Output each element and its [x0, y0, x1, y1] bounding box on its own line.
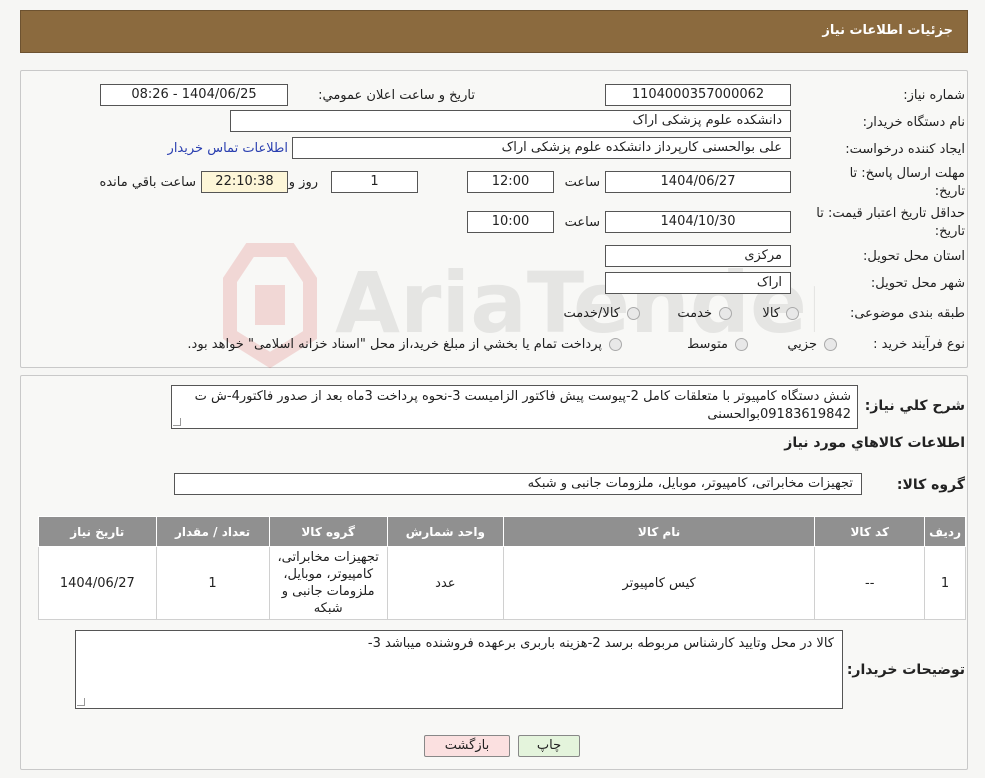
- cell-code: --: [814, 546, 926, 620]
- col-header-date: تاريخ نياز: [38, 516, 157, 547]
- deadline-label: مهلت ارسال پاسخ: تا تاريخ:: [850, 165, 965, 201]
- goods-group-field: تجهیزات مخابراتی، کامپیوتر، موبایل، ملزو…: [174, 473, 862, 495]
- items-section-title: اطلاعات کالاهاي مورد نياز: [784, 435, 965, 451]
- page-header: جزئیات اطلاعات نیاز: [20, 10, 968, 53]
- category-option-goods-service: کالا/خدمت: [563, 306, 620, 321]
- creator-label: ايجاد کننده درخواست:: [845, 142, 965, 157]
- col-header-name: نام کالا: [502, 516, 816, 547]
- cell-date: 1404/06/27: [38, 546, 157, 620]
- cell-unit: عدد: [386, 546, 504, 620]
- cell-index: 1: [924, 546, 966, 620]
- col-header-index: رديف: [924, 516, 966, 547]
- days-remaining-field: 1: [331, 171, 418, 193]
- table-row: 1 -- کیس کامپیوتر عدد تجهیزات مخابراتی، …: [38, 546, 966, 620]
- process-type-label: نوع فرآيند خريد :: [873, 337, 965, 352]
- items-table-header-row: رديف کد کالا نام کالا واحد شمارش گروه کا…: [38, 516, 966, 547]
- need-number-field: 1104000357000062: [605, 84, 791, 106]
- deadline-date-field: 1404/06/27: [605, 171, 791, 193]
- category-option-goods: کالا: [762, 306, 780, 321]
- buyer-org-field: دانشکده علوم پزشکی اراک: [230, 110, 791, 132]
- remaining-time-label: ساعت باقي مانده: [99, 175, 196, 190]
- creator-field: علی بوالحسنی کارپرداز دانشکده علوم پزشکی…: [292, 137, 791, 159]
- category-label: طبقه بندی موضوعی:: [849, 306, 965, 321]
- process-option-minor: جزيي: [787, 337, 817, 352]
- print-button[interactable]: چاپ: [518, 735, 580, 757]
- validity-label-line2: تاريخ:: [934, 224, 965, 239]
- items-table-wrapper: رديف کد کالا نام کالا واحد شمارش گروه کا…: [38, 516, 966, 620]
- buyer-notes-textarea[interactable]: کالا در محل وتایید کارشناس مربوطه برسد 2…: [75, 630, 843, 709]
- province-field: مرکزی: [605, 245, 791, 267]
- validity-date-field: 1404/10/30: [605, 211, 791, 233]
- validity-label: حداقل تاريخ اعتبار قيمت: تا تاريخ:: [816, 205, 965, 241]
- process-radio-medium[interactable]: [735, 338, 748, 351]
- col-header-group: گروه کالا: [268, 516, 388, 547]
- deadline-label-line2: تاريخ:: [934, 184, 965, 199]
- deadline-time-label: ساعت: [564, 175, 600, 190]
- summary-text: شش دستگاه کامپیوتر با متعلقات کامل 2-پیو…: [194, 389, 851, 422]
- city-field: اراک: [605, 272, 791, 294]
- buyer-notes-label: توضيحات خريدار:: [846, 662, 965, 678]
- process-radio-minor[interactable]: [824, 338, 837, 351]
- col-header-unit: واحد شمارش: [386, 516, 504, 547]
- category-radio-goods-service[interactable]: [627, 307, 640, 320]
- buyer-org-label: نام دستگاه خريدار:: [862, 115, 965, 130]
- back-button[interactable]: بازگشت: [424, 735, 510, 757]
- remaining-time-field: 22:10:38: [201, 171, 288, 193]
- cell-qty: 1: [155, 546, 270, 620]
- validity-time-field: 10:00: [467, 211, 554, 233]
- cell-group: تجهیزات مخابراتی، کامپیوتر، موبایل، ملزو…: [268, 546, 388, 620]
- process-radio-treasury[interactable]: [609, 338, 622, 351]
- deadline-time-field: 12:00: [467, 171, 554, 193]
- need-number-label: شماره نیاز:: [903, 88, 965, 103]
- category-option-service: خدمت: [677, 306, 712, 321]
- buyer-notes-resize-grip[interactable]: [77, 698, 85, 706]
- summary-resize-grip[interactable]: [173, 418, 181, 426]
- validity-time-label: ساعت: [564, 215, 600, 230]
- province-label: استان محل تحويل:: [863, 249, 965, 264]
- buyer-notes-text: کالا در محل وتایید کارشناس مربوطه برسد 2…: [367, 636, 834, 651]
- cell-name: کیس کامپیوتر: [502, 546, 816, 620]
- page-title: جزئیات اطلاعات نیاز: [822, 23, 953, 38]
- summary-label: شرح کلي نياز:: [864, 398, 965, 414]
- city-label: شهر محل تحويل:: [870, 276, 965, 291]
- process-option-medium: متوسط: [687, 337, 728, 352]
- deadline-label-line1: مهلت ارسال پاسخ: تا: [849, 166, 965, 181]
- category-radio-service[interactable]: [719, 307, 732, 320]
- col-header-code: کد کالا: [814, 516, 926, 547]
- buyer-contact-link[interactable]: اطلاعات تماس خريدار: [168, 141, 288, 156]
- announce-datetime-label: تاریخ و ساعت اعلان عمومي:: [318, 88, 475, 103]
- summary-textarea[interactable]: شش دستگاه کامپیوتر با متعلقات کامل 2-پیو…: [171, 385, 858, 429]
- validity-label-line1: حداقل تاريخ اعتبار قيمت: تا: [816, 206, 965, 221]
- goods-group-label: گروه کالا:: [896, 477, 965, 493]
- col-header-qty: تعداد / مقدار: [155, 516, 270, 547]
- process-treasury-note: پرداخت تمام يا بخشي از مبلغ خريد،از محل …: [187, 337, 602, 352]
- items-table: رديف کد کالا نام کالا واحد شمارش گروه کا…: [38, 516, 966, 620]
- category-radio-goods[interactable]: [786, 307, 799, 320]
- announce-datetime-field: 1404/06/25 - 08:26: [100, 84, 288, 106]
- days-label: روز و: [288, 175, 318, 190]
